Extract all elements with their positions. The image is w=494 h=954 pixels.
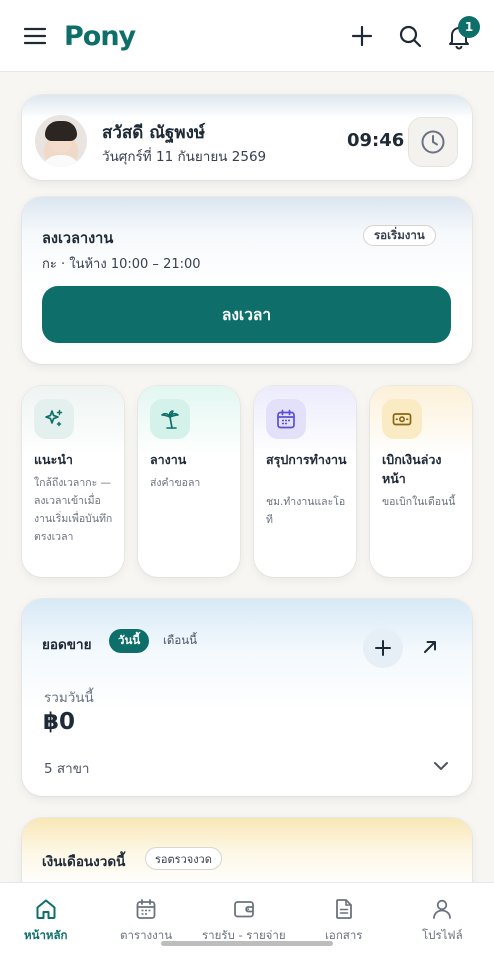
cash-icon xyxy=(382,399,422,439)
tile-description: ชม.ทำงานและโอที xyxy=(266,496,346,526)
greeting-date: วันศุกร์ที่ 11 กันยายน 2569 xyxy=(102,149,267,165)
app-header: Pony 1 xyxy=(0,0,494,72)
plus-icon xyxy=(375,640,391,656)
tile-description: ส่งคำขอลา xyxy=(150,477,201,489)
notification-badge: 1 xyxy=(458,16,480,38)
clock-in-title: ลงเวลางาน xyxy=(42,231,114,247)
clock-in-card: ลงเวลางาน กะ · ในห้าง 10:00 – 21:00 รอเร… xyxy=(22,197,472,364)
search-icon[interactable] xyxy=(394,20,426,52)
status-badge: รอเริ่มงาน xyxy=(363,225,436,246)
user-icon xyxy=(428,895,456,923)
palm-tree-icon xyxy=(150,399,190,439)
sparkles-icon xyxy=(34,399,74,439)
quick-action-advance-pay[interactable]: เบิกเงินล่วงหน้า ขอเบิกในเดือนนี้ xyxy=(370,386,472,577)
clock-button[interactable] xyxy=(408,117,458,167)
greeting-card: สวัสดี ณัฐพงษ์ วันศุกร์ที่ 11 กันยายน 25… xyxy=(22,95,472,180)
chevron-down-icon[interactable] xyxy=(430,755,452,777)
document-icon xyxy=(330,895,358,923)
tile-title: สรุปการทำงาน xyxy=(266,452,347,467)
tab-today[interactable]: วันนี้ xyxy=(109,629,150,653)
add-sale-button[interactable] xyxy=(363,628,403,668)
app-logo[interactable]: Pony xyxy=(64,18,136,54)
quick-action-leave[interactable]: ลางาน ส่งคำขอลา xyxy=(138,386,240,577)
nav-item-profile[interactable]: โปรไฟล์ xyxy=(422,895,463,945)
tile-title: แนะนำ xyxy=(34,452,73,467)
sales-title: ยอดขาย xyxy=(42,637,92,653)
arrow-up-right-icon[interactable] xyxy=(417,634,443,660)
salary-title: เงินเดือนงวดนี้ xyxy=(42,854,126,870)
sales-amount: ฿0 xyxy=(43,709,76,735)
calendar-icon xyxy=(132,895,160,923)
tile-title: ลางาน xyxy=(150,452,187,467)
tile-title: เบิกเงินล่วงหน้า xyxy=(382,452,442,486)
wallet-icon xyxy=(230,895,258,923)
notification-button[interactable]: 1 xyxy=(442,16,480,54)
current-time: 09:46 xyxy=(347,130,405,151)
nav-label: หน้าหลัก xyxy=(24,928,68,942)
tile-description: ขอเบิกในเดือนนี้ xyxy=(382,496,456,508)
greeting-name: สวัสดี ณัฐพงษ์ xyxy=(102,123,206,143)
clock-icon xyxy=(421,130,445,154)
branch-count: 5 สาขา xyxy=(44,761,90,777)
calendar-icon xyxy=(266,399,306,439)
logo-text: Pony xyxy=(64,20,136,52)
nav-item-home[interactable]: หน้าหลัก xyxy=(24,895,68,945)
nav-item-schedule[interactable]: ตารางงาน xyxy=(120,895,172,945)
status-badge: รอตรวจงวด xyxy=(145,847,222,870)
avatar[interactable] xyxy=(35,115,87,167)
tab-this-month[interactable]: เดือนนี้ xyxy=(163,629,197,653)
nav-item-income-expense[interactable]: รายรับ - รายจ่าย xyxy=(202,895,286,945)
tile-description: ใกล้ถึงเวลากะ — ลงเวลาเข้าเมื่องานเริ่มเ… xyxy=(34,477,113,543)
shift-info: กะ · ในห้าง 10:00 – 21:00 xyxy=(42,257,201,272)
clock-in-button[interactable]: ลงเวลา xyxy=(42,286,451,343)
nav-item-documents[interactable]: เอกสาร xyxy=(325,895,362,945)
sales-card: ยอดขาย วันนี้ เดือนนี้ รวมวันนี้ ฿0 5 สา… xyxy=(22,599,472,796)
nav-label: โปรไฟล์ xyxy=(422,928,463,942)
home-indicator xyxy=(161,941,333,946)
quick-action-work-summary[interactable]: สรุปการทำงาน ชม.ทำงานและโอที xyxy=(254,386,356,577)
quick-action-recommend[interactable]: แนะนำ ใกล้ถึงเวลากะ — ลงเวลาเข้าเมื่องาน… xyxy=(22,386,124,577)
plus-icon[interactable] xyxy=(346,20,378,52)
home-icon xyxy=(32,895,60,923)
hamburger-menu-icon[interactable] xyxy=(20,22,50,50)
sales-total-label: รวมวันนี้ xyxy=(44,690,94,706)
